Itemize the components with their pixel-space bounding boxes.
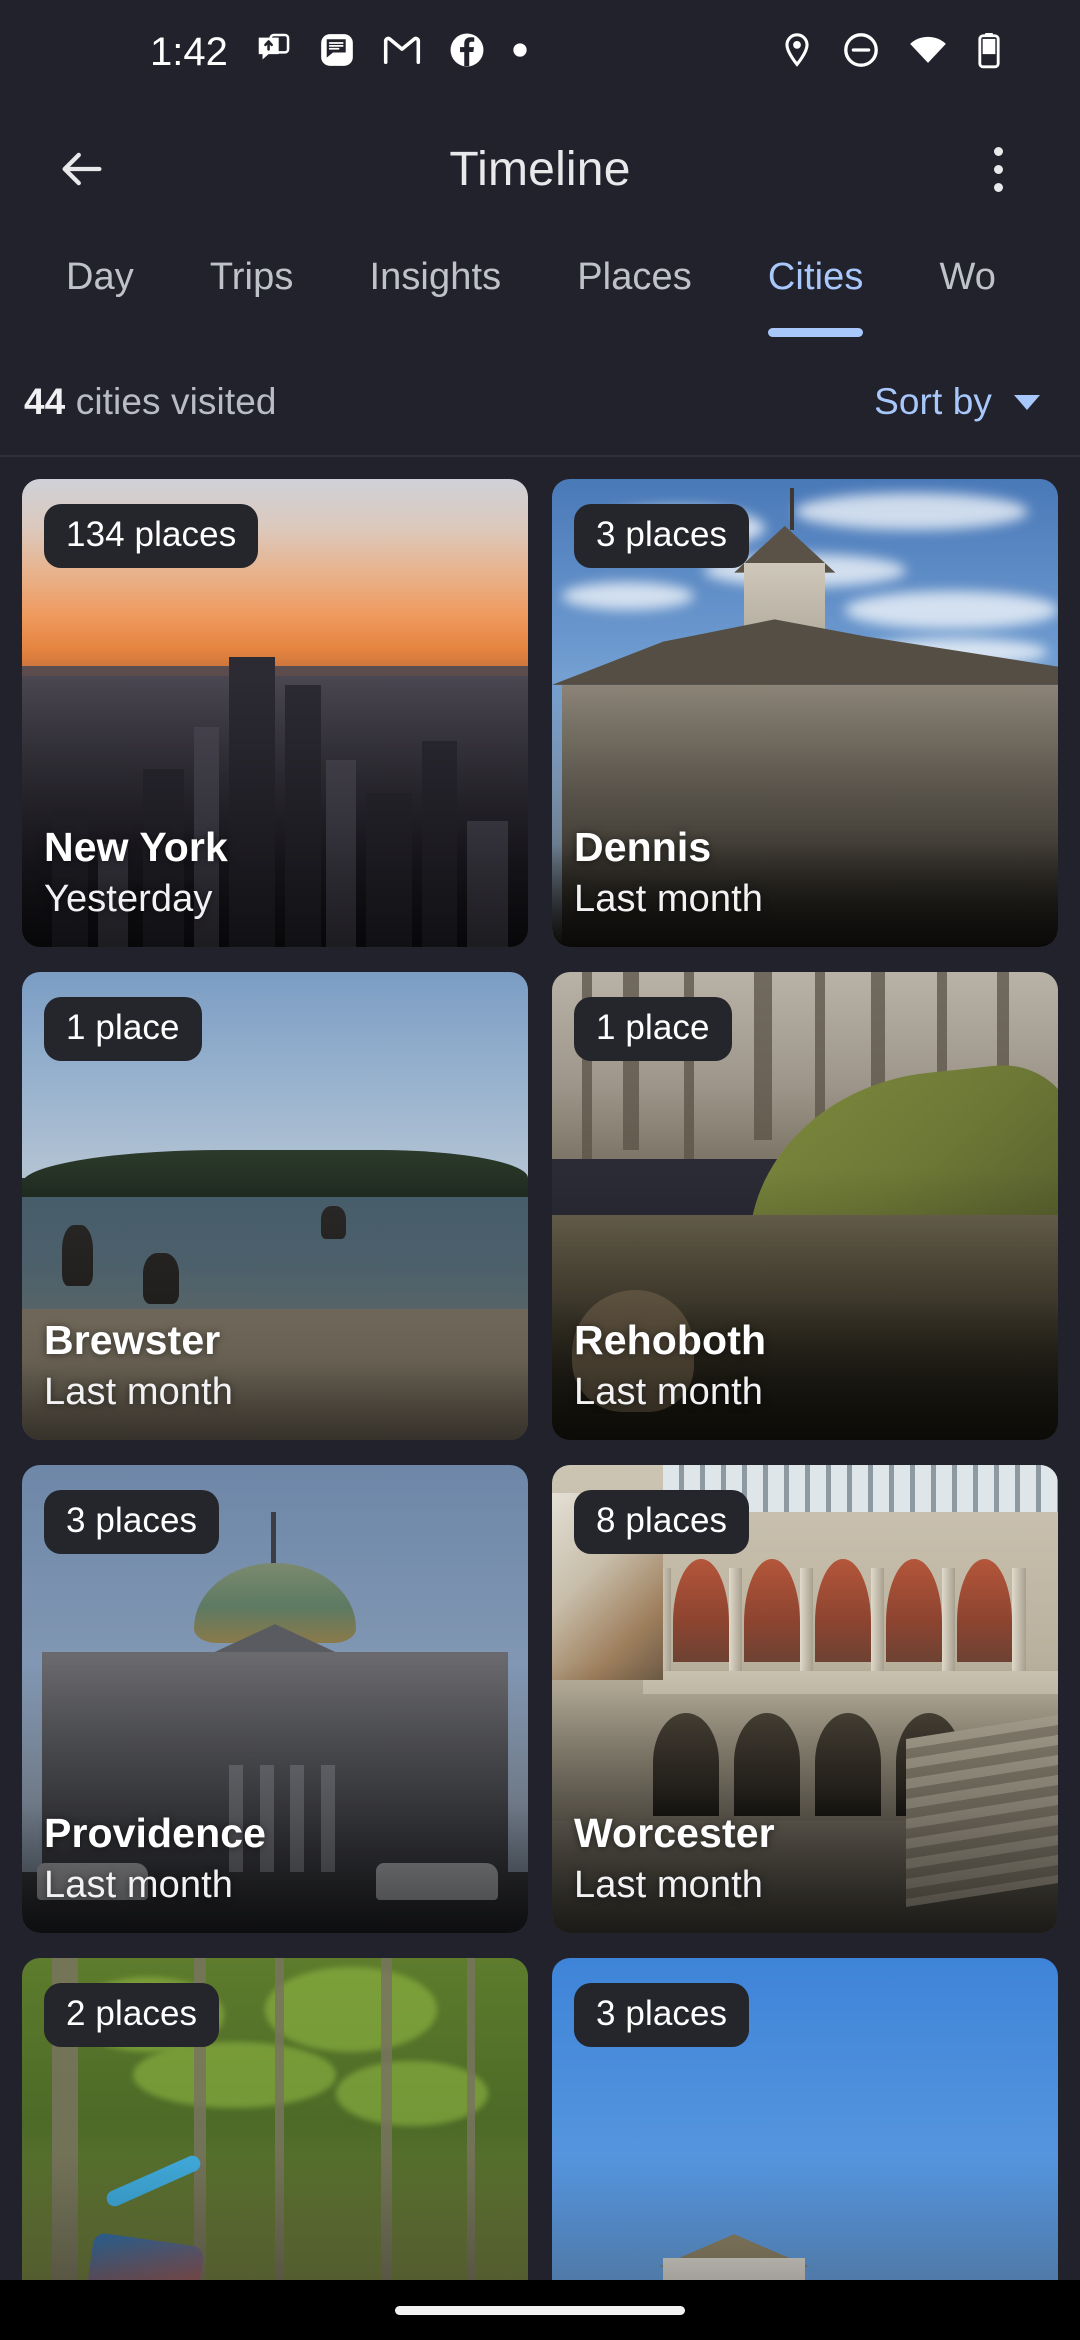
places-badge: 1 place [44,997,202,1061]
city-card-text: Dennis Last month [574,824,1040,923]
city-visit-date: Last month [574,877,763,920]
status-bar-left: 1:42 [0,31,528,74]
overflow-menu-icon [993,164,1003,174]
city-card-text: Brewster Last month [44,1317,510,1416]
overflow-menu-button[interactable] [960,131,1036,207]
cities-count-number: 44 [24,381,66,422]
tab-places[interactable]: Places [539,234,730,349]
city-name: Dennis [574,824,712,871]
city-name: Rehoboth [574,1317,767,1364]
city-visit-date: Yesterday [44,877,213,920]
city-card-new-york[interactable]: 134 places New York Yesterday [22,479,528,947]
city-card-text: Rehoboth Last month [574,1317,1040,1416]
system-navigation-bar [0,2280,1080,2340]
city-card-dennis[interactable]: 3 places Dennis Last month [552,479,1058,947]
city-name: New York [44,824,228,871]
tab-trips[interactable]: Trips [172,234,332,349]
places-badge: 2 places [44,1983,220,2047]
facebook-icon [448,31,486,74]
places-badge: 3 places [44,1490,220,1554]
phone-screen: 1:42 Timeline Day Trips Insights Places … [0,0,1080,2340]
back-button[interactable] [44,131,120,207]
city-name: Providence [44,1810,267,1857]
page-title: Timeline [449,142,631,196]
overflow-menu-icon [993,146,1003,156]
tab-bar[interactable]: Day Trips Insights Places Cities Wo [0,234,1080,349]
city-card-worcester[interactable]: 8 places Worcester Last month [552,1465,1058,1933]
city-card-rehoboth[interactable]: 1 place Rehoboth Last month [552,972,1058,1440]
summary-row: 44 cities visited Sort by [0,349,1080,457]
do-not-disturb-icon [842,31,880,74]
city-visit-date: Last month [44,1863,233,1906]
city-visit-date: Last month [574,1863,763,1906]
back-arrow-icon [62,152,102,186]
places-badge: 1 place [574,997,732,1061]
gesture-nav-handle[interactable] [395,2305,685,2315]
wifi-icon [908,31,948,74]
overflow-menu-icon [993,182,1003,192]
city-card-brewster[interactable]: 1 place Brewster Last month [22,972,528,1440]
tab-world[interactable]: Wo [901,234,1034,349]
share-notification-icon [254,31,292,74]
city-visit-date: Last month [44,1370,233,1413]
more-notifications-dot-icon [512,31,528,74]
places-badge: 8 places [574,1490,750,1554]
places-badge: 3 places [574,1983,750,2047]
city-card-text: Worcester Last month [574,1810,1040,1909]
city-card-text: New York Yesterday [44,824,510,923]
sort-by-label: Sort by [874,381,992,422]
status-bar-right [780,31,1040,74]
sort-by-button[interactable]: Sort by [874,381,1040,423]
city-card-text: Providence Last month [44,1810,510,1909]
battery-icon [976,31,1002,74]
status-bar: 1:42 [0,0,1080,104]
tab-day[interactable]: Day [28,234,172,349]
cities-visited-count: 44 cities visited [24,381,277,423]
status-clock: 1:42 [150,30,228,74]
tab-insights[interactable]: Insights [331,234,539,349]
city-name: Worcester [574,1810,775,1857]
places-badge: 134 places [44,504,259,568]
tab-cities[interactable]: Cities [730,234,902,349]
city-card-providence[interactable]: 3 places Providence Last month [22,1465,528,1933]
gmail-icon [382,31,422,74]
cities-count-label: cities visited [65,381,277,422]
chevron-down-icon [1014,394,1040,410]
messages-icon [318,31,356,74]
city-visit-date: Last month [574,1370,763,1413]
city-name: Brewster [44,1317,221,1364]
places-badge: 3 places [574,504,750,568]
cities-grid: 134 places New York Yesterday 3 places D… [0,457,1080,2340]
location-pin-icon [780,31,814,74]
app-bar: Timeline [0,104,1080,234]
